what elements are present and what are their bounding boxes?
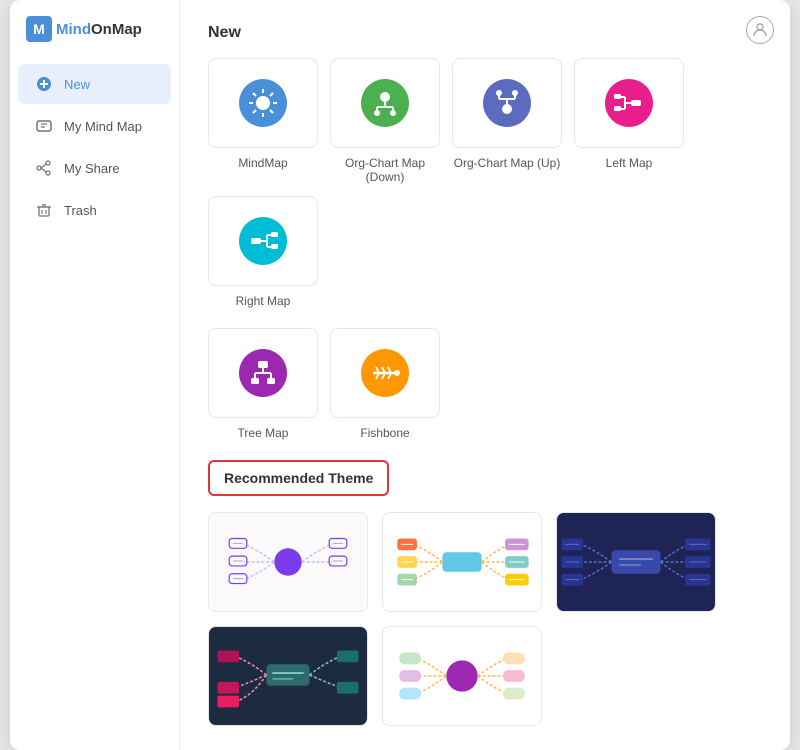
template-card-mindmap[interactable]: MindMap xyxy=(208,58,318,184)
trash-icon xyxy=(34,200,54,220)
main-content: New xyxy=(180,0,790,750)
sidebar: M MindOnMap New xyxy=(10,0,180,750)
template-icon-wrap-org-down xyxy=(330,58,440,148)
new-icon xyxy=(34,74,54,94)
sidebar-item-my-mind-map[interactable]: My Mind Map xyxy=(18,106,171,146)
tree-map-icon xyxy=(239,349,287,397)
template-icon-wrap-fishbone xyxy=(330,328,440,418)
template-icon-wrap-right-map xyxy=(208,196,318,286)
mindmap-label: MindMap xyxy=(238,156,287,170)
right-map-label: Right Map xyxy=(236,294,291,308)
logo-text: MindOnMap xyxy=(56,21,142,38)
section-new-title: New xyxy=(208,24,762,42)
sidebar-item-trash-label: Trash xyxy=(64,203,97,218)
org-down-icon xyxy=(361,79,409,127)
sidebar-item-my-share-label: My Share xyxy=(64,161,120,176)
logo-icon: M xyxy=(26,16,52,42)
fishbone-icon xyxy=(361,349,409,397)
template-icon-wrap-org-up xyxy=(452,58,562,148)
theme-card-4[interactable] xyxy=(208,626,368,726)
user-avatar[interactable] xyxy=(746,16,774,44)
org-down-label: Org-Chart Map (Down) xyxy=(345,156,425,184)
sidebar-item-my-share[interactable]: My Share xyxy=(18,148,171,188)
fishbone-label: Fishbone xyxy=(360,426,409,440)
my-share-icon xyxy=(34,158,54,178)
template-card-fishbone[interactable]: Fishbone xyxy=(330,328,440,440)
org-up-icon xyxy=(483,79,531,127)
right-map-icon xyxy=(239,217,287,265)
theme-card-5[interactable] xyxy=(382,626,542,726)
theme-card-1[interactable] xyxy=(208,512,368,612)
template-icon-wrap-tree-map xyxy=(208,328,318,418)
template-grid-row2: Tree Map xyxy=(208,328,762,440)
theme-card-3[interactable] xyxy=(556,512,716,612)
recommended-theme-header: Recommended Theme xyxy=(208,460,389,496)
template-card-left-map[interactable]: Left Map xyxy=(574,58,684,184)
sidebar-item-new-label: New xyxy=(64,77,90,92)
sidebar-item-my-mind-map-label: My Mind Map xyxy=(64,119,142,134)
template-grid: MindMap xyxy=(208,58,762,308)
org-up-label: Org-Chart Map (Up) xyxy=(454,156,561,170)
template-card-right-map[interactable]: Right Map xyxy=(208,196,318,308)
recommended-theme-label: Recommended Theme xyxy=(224,470,373,486)
left-map-icon xyxy=(605,79,653,127)
left-map-label: Left Map xyxy=(606,156,653,170)
template-card-tree-map[interactable]: Tree Map xyxy=(208,328,318,440)
template-card-org-up[interactable]: Org-Chart Map (Up) xyxy=(452,58,562,184)
tree-map-label: Tree Map xyxy=(238,426,289,440)
template-icon-wrap-left-map xyxy=(574,58,684,148)
sidebar-item-trash[interactable]: Trash xyxy=(18,190,171,230)
mindmap-icon xyxy=(239,79,287,127)
app-window: M MindOnMap New xyxy=(10,0,790,750)
my-mind-map-icon xyxy=(34,116,54,136)
theme-grid xyxy=(208,512,762,726)
template-card-org-down[interactable]: Org-Chart Map (Down) xyxy=(330,58,440,184)
logo: M MindOnMap xyxy=(10,16,179,62)
template-icon-wrap-mindmap xyxy=(208,58,318,148)
sidebar-item-new[interactable]: New xyxy=(18,64,171,104)
theme-card-2[interactable] xyxy=(382,512,542,612)
